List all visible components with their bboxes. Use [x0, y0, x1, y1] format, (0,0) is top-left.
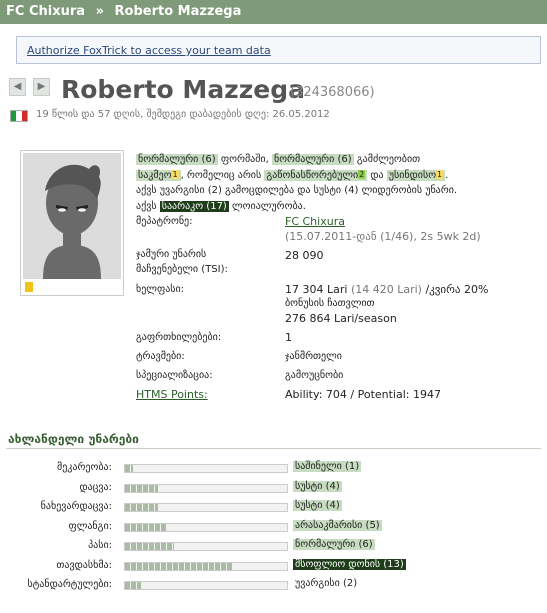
- skill-bar: [124, 523, 288, 532]
- skill-label: ნახევარდაცვა:: [40, 501, 112, 512]
- breadcrumb-club-link[interactable]: FC Chixura: [6, 4, 85, 19]
- trait-2[interactable]: გაწონასწორებული2: [264, 169, 368, 181]
- description-line-4: აქვს საარაკო (17) ლოიალურობა.: [136, 200, 306, 212]
- skill-label: სტანდარტულები:: [27, 579, 113, 590]
- tsi-label-2: მაჩვენებელი (TSI):: [136, 264, 228, 275]
- tsi-value: 28 090: [285, 249, 324, 262]
- loyalty-value[interactable]: საარაკო (17): [159, 200, 229, 212]
- description-line-3: აქვს უვარგისი (2) გამოცდილება და სუსტი (…: [136, 185, 458, 196]
- skill-bar-fill: [125, 504, 158, 511]
- skill-bar: [124, 503, 288, 512]
- skill-value[interactable]: სუსტი (4): [293, 481, 342, 492]
- description-line-2: საკმეო1, რომელიც არის გაწონასწორებული2 დ…: [136, 169, 449, 181]
- trait-3[interactable]: უსინდისო1: [386, 169, 446, 181]
- previous-player-button[interactable]: ◀: [9, 78, 26, 96]
- skills-section-title: ახლანდელი უნარები: [8, 432, 139, 446]
- wage-bonus-label: ბონუსის ჩათვლით: [285, 298, 375, 309]
- wage-season: 276 864 Lari/season: [285, 312, 397, 325]
- tsi-label-1: ჯამური უნარის: [136, 249, 207, 260]
- form-value[interactable]: ნორმალური (6): [136, 154, 218, 165]
- yellow-card-icon: [25, 282, 33, 292]
- skill-label: დაცვა:: [79, 482, 112, 493]
- injuries-label: ტრავმები:: [136, 351, 185, 362]
- htms-points-link[interactable]: HTMS Points:: [136, 388, 208, 401]
- wage-label: ხელფასი:: [136, 284, 185, 295]
- skill-label: მეკარეობა:: [56, 462, 112, 473]
- skill-bar: [124, 581, 288, 590]
- player-name: Roberto Mazzega: [61, 75, 306, 104]
- skill-bar: [124, 484, 288, 493]
- arrow-right-icon: ▶: [37, 81, 46, 92]
- htms-value: Ability: 704 / Potential: 1947: [285, 388, 441, 401]
- italy-flag-icon[interactable]: [10, 110, 28, 122]
- skill-bar-fill: [125, 485, 158, 492]
- next-player-button[interactable]: ▶: [33, 78, 50, 96]
- arrow-left-icon: ◀: [13, 81, 22, 92]
- wage-value: 17 304 Lari (14 420 Lari) /კვირა 20%: [285, 283, 489, 296]
- skill-bar-fill: [125, 563, 232, 570]
- specialty-value: გამოუცნობი: [285, 370, 344, 381]
- avatar: [20, 150, 124, 296]
- foxtrick-auth-box: Authorize FoxTrick to access your team d…: [16, 36, 541, 64]
- silhouette-icon: [23, 153, 121, 279]
- skill-bar: [124, 464, 288, 473]
- injuries-value: ჯანმრთელი: [285, 351, 342, 362]
- trait-1[interactable]: საკმეო1: [136, 169, 181, 181]
- skill-value[interactable]: მსოფლიო დონის (13): [293, 559, 406, 570]
- skill-bar-fill: [125, 582, 141, 589]
- player-description: ნორმალური (6) ფორმაში, ნორმალური (6) გამ…: [136, 152, 536, 214]
- stamina-value[interactable]: ნორმალური (6): [271, 154, 354, 165]
- skill-value[interactable]: არასაკმარისი (5): [293, 520, 382, 531]
- warnings-value: 1: [285, 331, 292, 344]
- player-age: 19 წლის და 57 დღის, შემდეგი დაბადების დღ…: [36, 109, 330, 120]
- skill-value[interactable]: სუსტი (4): [293, 500, 342, 511]
- skill-bar-fill: [125, 465, 133, 472]
- manager-since: (15.07.2011-დან (1/46), 2s 5wk 2d): [285, 230, 481, 243]
- manager-link[interactable]: FC Chixura: [285, 215, 345, 228]
- foxtrick-auth-link[interactable]: Authorize FoxTrick to access your team d…: [27, 44, 271, 57]
- player-id: (324368066): [290, 85, 375, 100]
- skill-label: პასი:: [88, 540, 112, 551]
- specialty-label: სპეციალიზაცია:: [136, 370, 213, 381]
- breadcrumb-player: Roberto Mazzega: [114, 4, 242, 19]
- breadcrumb: FC Chixura » Roberto Mazzega: [0, 0, 547, 24]
- skill-bar-fill: [125, 524, 166, 531]
- skill-bar: [124, 542, 288, 551]
- description-line-1: ნორმალური (6) ფორმაში, ნორმალური (6) გამ…: [136, 154, 421, 165]
- skill-value[interactable]: საშინელი (1): [293, 461, 362, 472]
- skill-label: თავდასხმა:: [56, 560, 112, 571]
- manager-label: მეპატრონე:: [136, 216, 193, 227]
- section-divider: [6, 448, 541, 449]
- skill-value[interactable]: ნორმალური (6): [293, 539, 375, 550]
- skill-value[interactable]: უვარგისი (2): [293, 578, 359, 589]
- skill-bar: [124, 562, 288, 571]
- breadcrumb-separator: »: [95, 4, 104, 19]
- skill-bar-fill: [125, 543, 174, 550]
- warnings-label: გაფრთხილებები:: [136, 332, 222, 343]
- skill-label: ფლანგი:: [68, 521, 112, 532]
